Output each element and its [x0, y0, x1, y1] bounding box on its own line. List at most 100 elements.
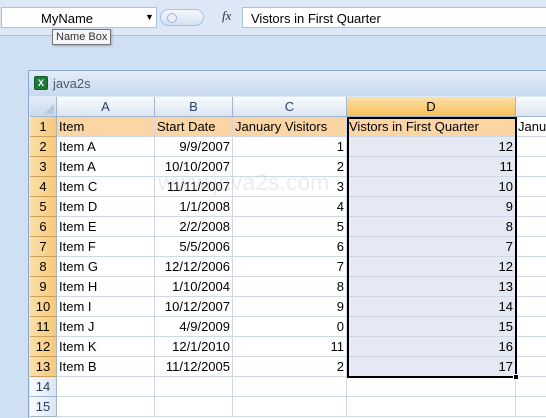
cell-e1[interactable]: Janu — [516, 117, 546, 137]
cell-c12[interactable]: 11 — [233, 337, 347, 357]
cell-d8[interactable]: 12 — [347, 257, 516, 277]
cell-c10[interactable]: 9 — [233, 297, 347, 317]
cell-d10[interactable]: 14 — [347, 297, 516, 317]
cell-c9[interactable]: 8 — [233, 277, 347, 297]
cell-d11[interactable]: 15 — [347, 317, 516, 337]
cell-b9[interactable]: 1/10/2004 — [155, 277, 233, 297]
row-header-11[interactable]: 11 — [30, 317, 57, 337]
cell-e7[interactable] — [516, 237, 546, 257]
cell-a13[interactable]: Item B — [57, 357, 155, 377]
row-header-4[interactable]: 4 — [30, 177, 57, 197]
cell-b12[interactable]: 12/1/2010 — [155, 337, 233, 357]
row-header-5[interactable]: 5 — [30, 197, 57, 217]
cell-d15[interactable] — [347, 397, 516, 417]
cell-d13[interactable]: 17 — [347, 357, 516, 377]
cell-a14[interactable] — [57, 377, 155, 397]
cell-e2[interactable] — [516, 137, 546, 157]
cell-b3[interactable]: 10/10/2007 — [155, 157, 233, 177]
cell-e10[interactable] — [516, 297, 546, 317]
select-all-button[interactable] — [30, 97, 57, 117]
cell-e12[interactable] — [516, 337, 546, 357]
cell-e13[interactable] — [516, 357, 546, 377]
cell-a5[interactable]: Item D — [57, 197, 155, 217]
cell-a15[interactable] — [57, 397, 155, 417]
fx-icon[interactable]: fx — [222, 8, 231, 24]
cell-b2[interactable]: 9/9/2007 — [155, 137, 233, 157]
column-header-b[interactable]: B — [155, 97, 233, 117]
row-header-6[interactable]: 6 — [30, 217, 57, 237]
cell-a10[interactable]: Item I — [57, 297, 155, 317]
formula-input[interactable]: Vistors in First Quarter — [242, 7, 546, 28]
column-header-d[interactable]: D — [347, 97, 516, 117]
cell-d12[interactable]: 16 — [347, 337, 516, 357]
formula-bar-grip[interactable] — [160, 9, 204, 26]
cell-b4[interactable]: 11/11/2007 — [155, 177, 233, 197]
cell-b5[interactable]: 1/1/2008 — [155, 197, 233, 217]
cell-d2[interactable]: 12 — [347, 137, 516, 157]
cell-c11[interactable]: 0 — [233, 317, 347, 337]
cell-c4[interactable]: 3 — [233, 177, 347, 197]
cell-c7[interactable]: 6 — [233, 237, 347, 257]
cell-c5[interactable]: 4 — [233, 197, 347, 217]
column-header-e[interactable] — [516, 97, 546, 117]
cell-e5[interactable] — [516, 197, 546, 217]
cell-b13[interactable]: 11/12/2005 — [155, 357, 233, 377]
cell-e4[interactable] — [516, 177, 546, 197]
cell-a12[interactable]: Item K — [57, 337, 155, 357]
row-header-12[interactable]: 12 — [30, 337, 57, 357]
row-header-9[interactable]: 9 — [30, 277, 57, 297]
column-header-a[interactable]: A — [57, 97, 155, 117]
cell-b10[interactable]: 10/12/2007 — [155, 297, 233, 317]
cell-e14[interactable] — [516, 377, 546, 397]
name-box[interactable]: MyName ▼ — [1, 7, 157, 28]
cell-d5[interactable]: 9 — [347, 197, 516, 217]
column-header-c[interactable]: C — [233, 97, 347, 117]
row-header-10[interactable]: 10 — [30, 297, 57, 317]
cell-d3[interactable]: 11 — [347, 157, 516, 177]
cell-e15[interactable] — [516, 397, 546, 417]
fill-handle[interactable] — [513, 374, 519, 380]
cell-b7[interactable]: 5/5/2006 — [155, 237, 233, 257]
cell-b6[interactable]: 2/2/2008 — [155, 217, 233, 237]
cell-d7[interactable]: 7 — [347, 237, 516, 257]
cell-a2[interactable]: Item A — [57, 137, 155, 157]
workbook-title-bar[interactable]: X java2s — [29, 71, 546, 96]
row-header-3[interactable]: 3 — [30, 157, 57, 177]
cell-c8[interactable]: 7 — [233, 257, 347, 277]
cell-c15[interactable] — [233, 397, 347, 417]
cell-e3[interactable] — [516, 157, 546, 177]
row-header-1[interactable]: 1 — [30, 117, 57, 137]
cell-a9[interactable]: Item H — [57, 277, 155, 297]
cell-e8[interactable] — [516, 257, 546, 277]
cell-b8[interactable]: 12/12/2006 — [155, 257, 233, 277]
row-header-8[interactable]: 8 — [30, 257, 57, 277]
cell-d9[interactable]: 13 — [347, 277, 516, 297]
row-header-7[interactable]: 7 — [30, 237, 57, 257]
cell-a1[interactable]: Item — [57, 117, 155, 137]
cell-d4[interactable]: 10 — [347, 177, 516, 197]
cell-a11[interactable]: Item J — [57, 317, 155, 337]
cell-a3[interactable]: Item A — [57, 157, 155, 177]
row-header-15[interactable]: 15 — [30, 397, 57, 417]
cell-b1[interactable]: Start Date — [155, 117, 233, 137]
cell-d6[interactable]: 8 — [347, 217, 516, 237]
cell-d14[interactable] — [347, 377, 516, 397]
chevron-down-icon[interactable]: ▼ — [145, 12, 154, 22]
cell-b15[interactable] — [155, 397, 233, 417]
row-header-14[interactable]: 14 — [30, 377, 57, 397]
cell-c2[interactable]: 1 — [233, 137, 347, 157]
cell-c14[interactable] — [233, 377, 347, 397]
cell-c6[interactable]: 5 — [233, 217, 347, 237]
cell-a8[interactable]: Item G — [57, 257, 155, 277]
cell-e9[interactable] — [516, 277, 546, 297]
cell-e11[interactable] — [516, 317, 546, 337]
cell-c1[interactable]: January Visitors — [233, 117, 347, 137]
cell-a6[interactable]: Item E — [57, 217, 155, 237]
cell-b11[interactable]: 4/9/2009 — [155, 317, 233, 337]
row-header-2[interactable]: 2 — [30, 137, 57, 157]
cell-b14[interactable] — [155, 377, 233, 397]
cell-c3[interactable]: 2 — [233, 157, 347, 177]
cell-e6[interactable] — [516, 217, 546, 237]
cell-a7[interactable]: Item F — [57, 237, 155, 257]
cell-d1[interactable]: Vistors in First Quarter — [347, 117, 516, 137]
